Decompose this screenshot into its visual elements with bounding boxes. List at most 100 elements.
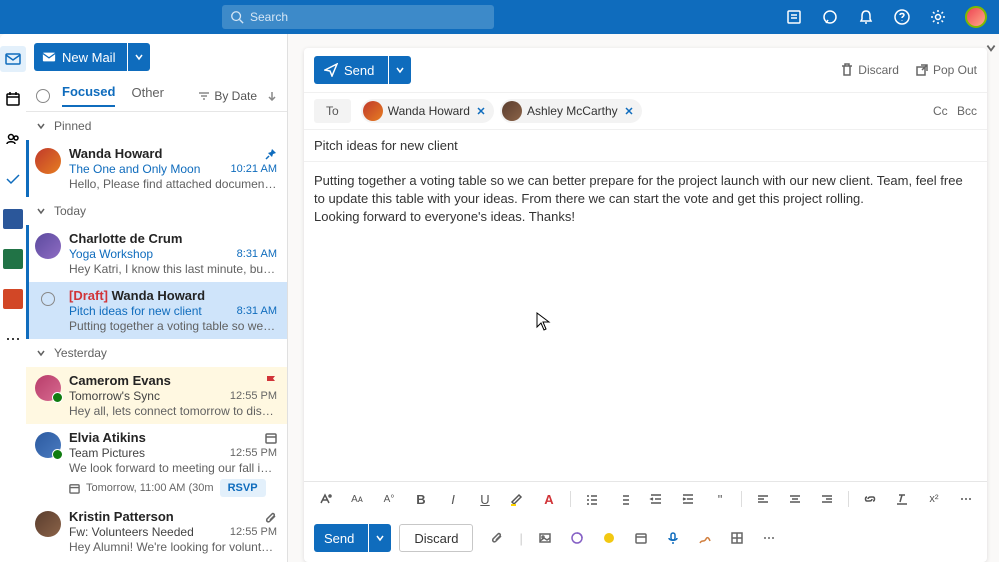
remove-recipient-button[interactable] (622, 104, 636, 118)
message-subject: Pitch ideas for new client (69, 304, 202, 318)
new-mail-button[interactable]: New Mail (34, 43, 127, 71)
nav-powerpoint[interactable] (0, 286, 26, 312)
send-button-bottom[interactable]: Send (314, 524, 368, 552)
dictate-button[interactable] (663, 528, 683, 548)
align-left-button[interactable] (752, 488, 774, 510)
notifications-icon[interactable] (857, 8, 875, 26)
message-item[interactable]: Elvia Atikins Team Pictures12:55 PM We l… (26, 424, 287, 503)
nav-excel[interactable] (0, 246, 26, 272)
discard-button-bottom[interactable]: Discard (399, 524, 473, 552)
nav-mail[interactable] (0, 46, 26, 72)
flag-icon[interactable] (265, 375, 277, 387)
sort-arrow-down-icon[interactable] (267, 91, 277, 101)
tab-other[interactable]: Other (131, 85, 164, 106)
chevron-down-icon (36, 348, 46, 358)
clear-format-button[interactable] (891, 488, 913, 510)
sort-label[interactable]: By Date (214, 89, 257, 103)
avatar (35, 432, 61, 458)
title-bar: Search (0, 0, 999, 34)
indent-button[interactable] (677, 488, 699, 510)
nav-word[interactable] (0, 206, 26, 232)
message-from: Elvia Atikins (69, 430, 146, 445)
numbering-button[interactable] (613, 488, 635, 510)
emoji-button[interactable] (599, 528, 619, 548)
chat-icon[interactable] (821, 8, 839, 26)
message-from: Charlotte de Crum (69, 231, 182, 246)
recipient-chip[interactable]: Wanda Howard (361, 99, 494, 123)
outdent-button[interactable] (645, 488, 667, 510)
discard-button-top[interactable]: Discard (840, 63, 899, 77)
calendar-insert-button[interactable] (631, 528, 651, 548)
account-avatar[interactable] (965, 6, 987, 28)
align-right-button[interactable] (816, 488, 838, 510)
more-format-button[interactable] (955, 488, 977, 510)
font-size-button[interactable]: A° (378, 488, 400, 510)
filter-icon[interactable] (198, 90, 210, 102)
select-all-toggle[interactable] (36, 89, 50, 103)
message-preview: Hello, Please find attached document for (69, 177, 277, 191)
loop-button[interactable] (567, 528, 587, 548)
send-split-button-top[interactable] (389, 56, 411, 84)
help-icon[interactable] (893, 8, 911, 26)
section-header-today[interactable]: Today (26, 197, 287, 225)
popout-button[interactable]: Pop Out (915, 63, 977, 77)
more-actions-button[interactable] (759, 528, 779, 548)
font-color-button[interactable]: A (538, 488, 560, 510)
settings-icon[interactable] (929, 8, 947, 26)
text-effects-button[interactable] (314, 488, 336, 510)
superscript-button[interactable]: x² (923, 488, 945, 510)
avatar (363, 101, 383, 121)
bcc-button[interactable]: Bcc (957, 104, 977, 118)
nav-todo[interactable] (0, 166, 26, 192)
message-item[interactable]: Charlotte de Crum Yoga Workshop8:31 AM H… (26, 225, 287, 282)
message-preview: Putting together a voting table so we ca… (69, 319, 277, 333)
message-item[interactable]: [Draft] Wanda Howard Pitch ideas for new… (26, 282, 287, 339)
message-preview: Hey all, lets connect tomorrow to discus… (69, 404, 277, 418)
new-mail-split-button[interactable] (128, 43, 150, 71)
tab-focused[interactable]: Focused (62, 84, 115, 107)
message-item[interactable]: Wanda Howard The One and Only Moon10:21 … (26, 140, 287, 197)
font-button[interactable]: Aᴀ (346, 488, 368, 510)
message-preview: We look forward to meeting our fall inte… (69, 461, 277, 475)
to-field-button[interactable]: To (314, 99, 351, 123)
bold-button[interactable]: B (410, 488, 432, 510)
message-from: Kristin Patterson (69, 509, 174, 524)
bullets-button[interactable] (581, 488, 603, 510)
compose-body[interactable]: Putting together a voting table so we ca… (304, 161, 987, 481)
link-button[interactable] (859, 488, 881, 510)
message-subject: Team Pictures (69, 446, 145, 460)
send-split-button-bottom[interactable] (369, 524, 391, 552)
send-button-top[interactable]: Send (314, 56, 388, 84)
table-button[interactable] (727, 528, 747, 548)
chevron-down-icon (36, 206, 46, 216)
nav-calendar[interactable] (0, 86, 26, 112)
rsvp-time-label: Tomorrow, 11:00 AM (30m (86, 482, 214, 494)
italic-button[interactable]: I (442, 488, 464, 510)
signature-button[interactable] (695, 528, 715, 548)
insert-picture-button[interactable] (535, 528, 555, 548)
attach-button[interactable] (487, 528, 507, 548)
search-placeholder: Search (250, 10, 288, 24)
section-header-yesterday[interactable]: Yesterday (26, 339, 287, 367)
cc-button[interactable]: Cc (933, 104, 948, 118)
message-item[interactable]: Camerom Evans Tomorrow's Sync12:55 PM He… (26, 367, 287, 424)
message-item[interactable]: Kristin Patterson Fw: Volunteers Needed1… (26, 503, 287, 560)
pin-icon[interactable] (265, 148, 277, 160)
nav-people[interactable] (0, 126, 26, 152)
quote-button[interactable]: " (709, 488, 731, 510)
search-input[interactable]: Search (222, 5, 494, 29)
section-header-pinned[interactable]: Pinned (26, 112, 287, 140)
rsvp-button[interactable]: RSVP (220, 479, 266, 497)
underline-button[interactable]: U (474, 488, 496, 510)
recipient-chip[interactable]: Ashley McCarthy (500, 99, 642, 123)
feed-icon[interactable] (785, 8, 803, 26)
collapse-ribbon-chevron[interactable] (985, 42, 997, 57)
compose-pane: Send Discard Pop Out To Wanda Howard (288, 34, 999, 562)
calendar-small-icon (69, 483, 80, 494)
highlight-button[interactable] (506, 488, 528, 510)
subject-input[interactable] (314, 138, 977, 153)
remove-recipient-button[interactable] (474, 104, 488, 118)
align-center-button[interactable] (784, 488, 806, 510)
nav-more[interactable] (0, 326, 26, 352)
select-checkbox[interactable] (41, 292, 55, 306)
